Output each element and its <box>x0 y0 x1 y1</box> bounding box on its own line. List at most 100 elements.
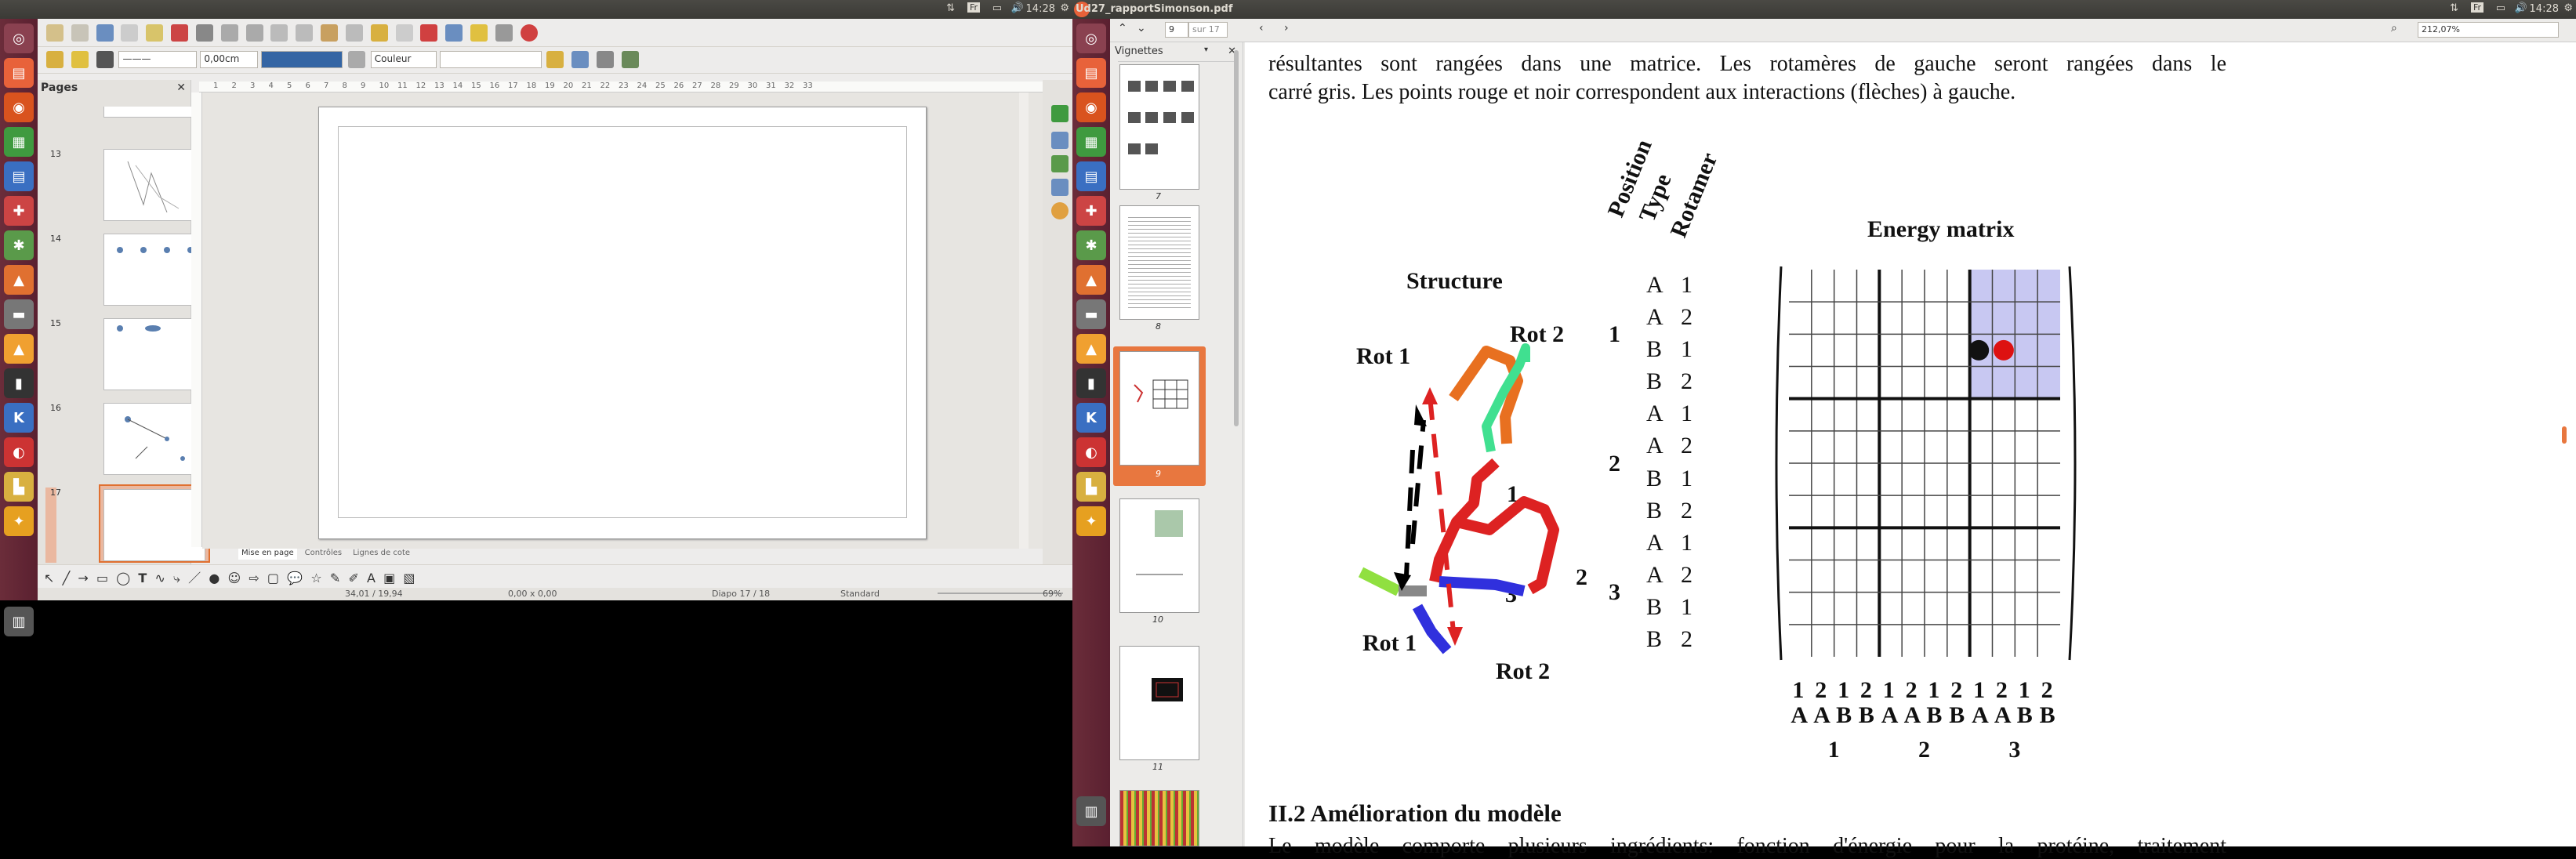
settings-gear-icon[interactable]: ⚙ <box>2563 2 2573 14</box>
align-icon[interactable] <box>571 51 590 68</box>
styles-icon[interactable] <box>46 51 63 68</box>
ubuntu-one-icon[interactable]: ◐ <box>1076 437 1106 467</box>
calc-icon[interactable]: ▦ <box>1076 127 1106 157</box>
basic-shapes-icon[interactable]: ● <box>209 571 220 585</box>
page-thumbnail-current[interactable] <box>1119 351 1199 466</box>
properties-icon[interactable] <box>1051 105 1068 122</box>
impress-icon[interactable]: ▲ <box>1076 265 1106 295</box>
redo-icon[interactable] <box>395 24 413 42</box>
prev-page-icon[interactable]: ⌃ <box>1118 22 1127 34</box>
save-icon[interactable] <box>96 24 114 42</box>
sidebar-title[interactable]: Vignettes <box>1115 45 1163 57</box>
close-icon[interactable]: ✕ <box>176 82 186 94</box>
zoom-icon[interactable] <box>495 24 513 42</box>
navigator-icon[interactable] <box>1051 202 1068 219</box>
terminal-icon[interactable]: ▮ <box>1076 368 1106 398</box>
slide-thumbnail[interactable] <box>103 318 205 390</box>
puzzle-icon[interactable]: ✱ <box>1076 230 1106 260</box>
edit-icon[interactable] <box>146 24 164 42</box>
keyboard-indicator[interactable]: Fr <box>2470 2 2483 13</box>
clock[interactable]: 14:28 <box>1026 3 1055 15</box>
line-icon[interactable] <box>71 51 89 68</box>
trash-icon[interactable]: ▥ <box>1076 796 1106 826</box>
settings-gear-icon[interactable]: ⚙ <box>1060 2 1069 14</box>
line-style-select[interactable]: ——— <box>118 51 198 68</box>
ubuntu-one-icon[interactable]: ◐ <box>4 437 34 467</box>
tab-dimension-lines[interactable]: Lignes de cote <box>350 549 413 560</box>
spellcheck-icon[interactable] <box>220 24 238 42</box>
select-arrow-icon[interactable]: ↖ <box>44 571 54 585</box>
software-center-icon[interactable]: ✚ <box>1076 196 1106 226</box>
pdf-icon[interactable] <box>171 24 189 42</box>
keyboard-indicator[interactable]: Fr <box>967 2 980 13</box>
slide-thumbnail-12[interactable] <box>103 107 205 118</box>
format-paint-icon[interactable] <box>345 24 363 42</box>
shadow-icon[interactable] <box>546 51 564 68</box>
slide-thumbnail[interactable] <box>103 403 205 475</box>
drive-icon[interactable]: ▬ <box>1076 299 1106 329</box>
page-thumbnail[interactable] <box>1119 646 1199 760</box>
area-style-icon[interactable] <box>347 51 365 68</box>
pdf-page[interactable]: résultantes sont rangées dans une matric… <box>1245 42 2576 858</box>
table-icon[interactable] <box>445 24 463 42</box>
calc-icon[interactable]: ▦ <box>4 127 34 157</box>
files-icon[interactable]: ▤ <box>4 58 34 88</box>
zoom-select[interactable]: 212,07% <box>2418 22 2559 38</box>
vertical-scrollbar[interactable] <box>1019 92 1029 549</box>
select-icon[interactable] <box>621 51 639 68</box>
connector-icon[interactable]: ⤷ <box>173 571 180 585</box>
firefox-icon[interactable]: ◉ <box>1076 92 1106 122</box>
firefox-icon[interactable]: ◉ <box>4 92 34 122</box>
line-width-input[interactable]: 0,00cm <box>200 51 259 68</box>
next-page-icon[interactable]: ⌄ <box>1137 22 1146 34</box>
writer-icon[interactable]: ▤ <box>4 161 34 191</box>
text-icon[interactable]: T <box>138 571 147 585</box>
master-slides-icon[interactable] <box>1051 132 1068 149</box>
block-arrows-icon[interactable]: ⇨ <box>249 571 259 585</box>
glue-points-icon[interactable]: ✐ <box>348 571 358 585</box>
navigator-icon[interactable] <box>470 24 488 42</box>
kile-icon[interactable]: K <box>1076 403 1106 433</box>
bookmark-icon[interactable]: ▙ <box>1076 472 1106 502</box>
points-icon[interactable]: ✎ <box>330 571 340 585</box>
page-thumbnail[interactable] <box>1119 64 1199 190</box>
network-icon[interactable]: ⇅ <box>946 2 955 14</box>
image-icon[interactable]: ▣ <box>383 571 395 585</box>
slide-content-frame[interactable] <box>338 126 907 518</box>
cut-icon[interactable] <box>270 24 288 42</box>
lines-arrows-icon[interactable]: ／ <box>188 571 201 585</box>
print-icon[interactable] <box>195 24 213 42</box>
slide-thumbnail-selected[interactable] <box>103 489 205 561</box>
sidebar-scrollbar[interactable] <box>1234 50 1239 426</box>
extrusion-icon[interactable]: ▧ <box>403 571 415 585</box>
dash-icon[interactable]: ◎ <box>4 24 34 53</box>
clock[interactable]: 14:28 <box>2530 3 2559 15</box>
kile-icon[interactable]: K <box>4 403 34 433</box>
email-icon[interactable] <box>121 24 139 42</box>
ellipse-icon[interactable]: ◯ <box>116 571 130 585</box>
callouts-icon[interactable]: 💬 <box>287 571 303 585</box>
autospell-icon[interactable] <box>245 24 263 42</box>
battery-icon[interactable]: ▭ <box>992 2 1002 14</box>
page-thumbnail[interactable] <box>1119 205 1199 320</box>
line-color-select[interactable] <box>261 51 343 68</box>
network-icon[interactable]: ⇅ <box>2450 2 2458 14</box>
chart-icon[interactable] <box>420 24 438 42</box>
stars-icon[interactable]: ☆ <box>310 571 321 585</box>
line-tool-icon[interactable]: ╱ <box>63 571 71 585</box>
open-icon[interactable] <box>71 24 89 42</box>
rectangle-icon[interactable]: ▭ <box>96 571 108 585</box>
help-icon[interactable] <box>520 24 538 42</box>
volume-icon[interactable]: 🔊 <box>1011 2 1024 14</box>
puzzle-icon[interactable]: ✱ <box>4 230 34 260</box>
vlc-icon[interactable]: ▲ <box>1076 334 1106 364</box>
battery-icon[interactable]: ▭ <box>2496 2 2505 14</box>
copy-icon[interactable] <box>296 24 314 42</box>
bookmark-icon[interactable]: ▙ <box>4 472 34 502</box>
trash-icon[interactable]: ▥ <box>4 607 34 636</box>
new-icon[interactable] <box>46 24 63 42</box>
butterfly-icon[interactable]: ✦ <box>1076 506 1106 536</box>
symbol-shapes-icon[interactable]: ☺ <box>227 571 241 585</box>
page-scroll-indicator[interactable] <box>2562 426 2567 444</box>
tab-controls[interactable]: Contrôles <box>302 549 346 560</box>
